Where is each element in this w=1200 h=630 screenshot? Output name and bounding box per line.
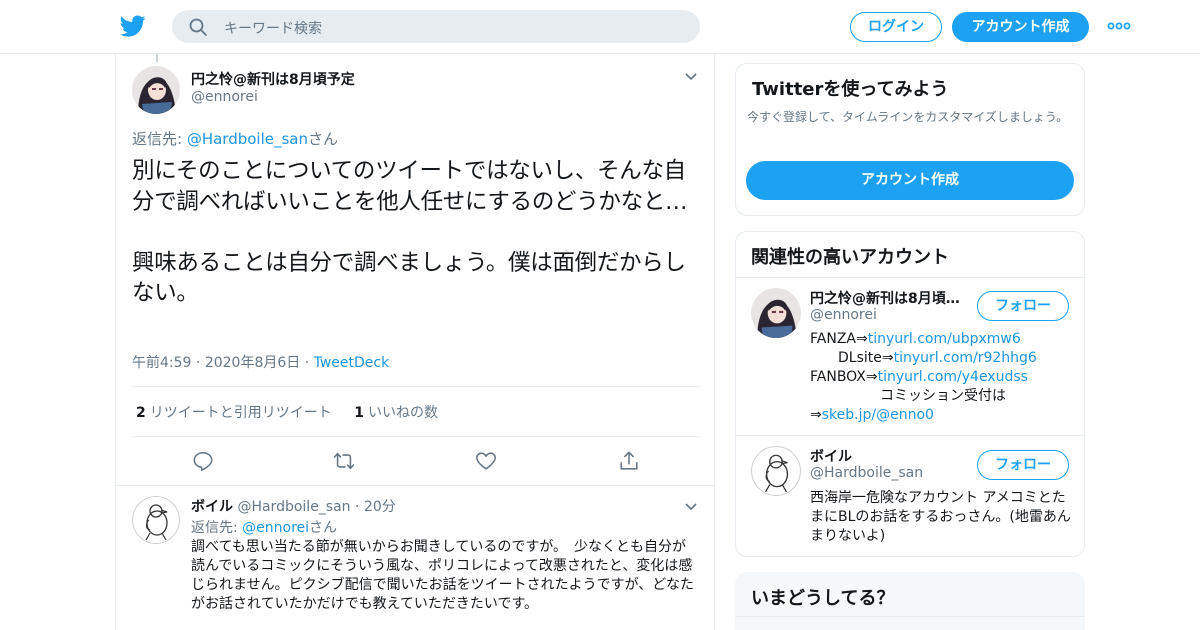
- like-heart-icon[interactable]: [475, 450, 497, 472]
- bio-text: FANZA⇒: [810, 331, 868, 347]
- login-button[interactable]: ログイン: [850, 12, 942, 42]
- avatar-illustration-icon: [132, 66, 180, 114]
- bio-link[interactable]: skeb.jp/@enno0: [822, 407, 934, 423]
- top-bar: キーワード検索 ログイン アカウント作成: [0, 0, 1200, 54]
- thread-connector: [156, 54, 158, 62]
- related-account-avatar[interactable]: [751, 446, 801, 496]
- divider: [736, 435, 1084, 436]
- meta-dot: ·: [350, 499, 364, 515]
- author-avatar[interactable]: [132, 66, 180, 114]
- likes-label: いいねの数: [367, 405, 438, 421]
- signup-card-title: Twitterを使ってみよう: [752, 79, 949, 100]
- bio-line: DLsite⇒tinyurl.com/r92hhg6: [810, 349, 1072, 368]
- reply-suffix: さん: [308, 130, 339, 148]
- reply-to-link[interactable]: @ennorei: [242, 520, 309, 536]
- bio-text: コミッション受付は: [810, 388, 1006, 404]
- divider: [116, 485, 714, 486]
- retweet-icon[interactable]: [333, 450, 355, 472]
- signup-card: Twitterを使ってみよう 今すぐ登録して、タイムラインをカスタマイズしましょ…: [735, 63, 1085, 216]
- related-account-name[interactable]: 円之怜@新刊は8月頃予定: [810, 288, 970, 308]
- bio-line: FANBOX⇒tinyurl.com/y4exudss: [810, 368, 1072, 387]
- meta-dot: ·: [300, 355, 314, 371]
- divider: [132, 436, 700, 437]
- reply-time[interactable]: 20分: [364, 499, 396, 515]
- divider: [736, 277, 1084, 278]
- signup-card-desc: 今すぐ登録して、タイムラインをカスタマイズしましょう。: [747, 110, 1069, 124]
- tweet-text: 別にそのことについてのツイートではないし、そんな自分で調べればいいことを他人任せ…: [132, 158, 688, 306]
- likes-stat[interactable]: 1 いいねの数: [354, 405, 438, 421]
- retweets-count: 2: [136, 405, 146, 421]
- reply-author-handle[interactable]: @Hardboile_san: [237, 499, 350, 515]
- bio-text: ⇒: [810, 407, 822, 423]
- search-icon: [189, 18, 207, 36]
- tweet-column: 円之怜@新刊は8月頃予定 @ennorei 返信先: @Hardboile_sa…: [115, 54, 715, 630]
- reply-to-line: 返信先: @ennoreiさん: [191, 517, 337, 537]
- bio-line: コミッション受付は: [810, 387, 1072, 406]
- reply-text: 調べても思い当たる節が無いからお聞きしているのですが。 少なくとも自分が読んでい…: [191, 539, 695, 612]
- follow-button[interactable]: フォロー: [977, 291, 1069, 321]
- bio-link[interactable]: tinyurl.com/r92hhg6: [894, 350, 1037, 366]
- related-account-name[interactable]: ボイル: [810, 446, 970, 466]
- reply-icon[interactable]: [192, 450, 214, 472]
- avatar-illustration-icon: [751, 288, 801, 338]
- retweets-stat[interactable]: 2 リツイートと引用リツイート: [136, 405, 332, 421]
- sketch-bird-avatar-icon: [132, 496, 180, 544]
- reply-author-name[interactable]: ボイル: [191, 499, 233, 515]
- related-account-bio: FANZA⇒tinyurl.com/ubpxmw6 DLsite⇒tinyurl…: [810, 330, 1072, 425]
- tweet-date[interactable]: 2020年8月6日: [205, 355, 300, 371]
- reply-to-line: 返信先: @Hardboile_sanさん: [132, 128, 338, 149]
- bio-link[interactable]: tinyurl.com/y4exudss: [878, 369, 1028, 385]
- related-account-handle[interactable]: @Hardboile_san: [810, 465, 923, 481]
- search-box[interactable]: キーワード検索: [172, 10, 700, 43]
- related-account-avatar[interactable]: [751, 288, 801, 338]
- follow-button[interactable]: フォロー: [977, 450, 1069, 480]
- tweet-stats: 2 リツイートと引用リツイート 1 いいねの数: [136, 402, 438, 422]
- divider: [735, 616, 1085, 617]
- bio-text: FANBOX⇒: [810, 369, 878, 385]
- related-accounts-card: 関連性の高いアカウント 円之怜@新刊は8月頃予定 @ennorei フォロー F…: [735, 231, 1085, 557]
- related-account-bio: 西海岸一危険なアカウント アメコミとたまにBLのお話をするおっさん。(地雷あんま…: [810, 490, 1071, 544]
- reply-to-link[interactable]: @Hardboile_san: [187, 130, 308, 148]
- tweet-source-link[interactable]: TweetDeck: [314, 355, 390, 371]
- signup-button[interactable]: アカウント作成: [952, 12, 1089, 42]
- reply-prefix: 返信先:: [191, 520, 243, 536]
- related-accounts-title: 関連性の高いアカウント: [751, 247, 949, 268]
- share-icon[interactable]: [618, 450, 640, 472]
- signup-card-button[interactable]: アカウント作成: [746, 161, 1074, 200]
- bio-text: DLsite⇒: [810, 350, 894, 366]
- more-options-icon[interactable]: [1107, 20, 1131, 32]
- search-input[interactable]: キーワード検索: [224, 18, 322, 38]
- retweets-label: リツイートと引用リツイート: [149, 405, 332, 421]
- reply-suffix: さん: [309, 520, 338, 536]
- chevron-down-icon[interactable]: [684, 72, 698, 82]
- twitter-logo-icon[interactable]: [120, 13, 146, 39]
- reply-header: ボイル @Hardboile_san · 20分: [191, 496, 396, 516]
- trends-title: いまどうしてる？: [751, 588, 895, 609]
- bio-line: ⇒skeb.jp/@enno0: [810, 406, 1072, 425]
- bio-link[interactable]: tinyurl.com/ubpxmw6: [868, 331, 1021, 347]
- tweet-time[interactable]: 午前4:59: [132, 355, 191, 371]
- tweet-meta: 午前4:59 · 2020年8月6日 · TweetDeck: [132, 352, 389, 372]
- reply-prefix: 返信先:: [132, 130, 187, 148]
- related-account-handle[interactable]: @ennorei: [810, 307, 877, 323]
- divider: [132, 386, 700, 387]
- likes-count: 1: [354, 405, 364, 421]
- author-handle[interactable]: @ennorei: [191, 89, 258, 105]
- chevron-down-icon[interactable]: [684, 502, 698, 512]
- tweet-actions: [116, 446, 714, 476]
- trends-card: いまどうしてる？: [735, 572, 1085, 630]
- meta-dot: ·: [191, 355, 205, 371]
- author-name[interactable]: 円之怜@新刊は8月頃予定: [191, 69, 355, 89]
- sketch-bird-avatar-icon: [751, 446, 801, 496]
- reply-author-avatar[interactable]: [132, 496, 180, 544]
- bio-line: FANZA⇒tinyurl.com/ubpxmw6: [810, 330, 1072, 349]
